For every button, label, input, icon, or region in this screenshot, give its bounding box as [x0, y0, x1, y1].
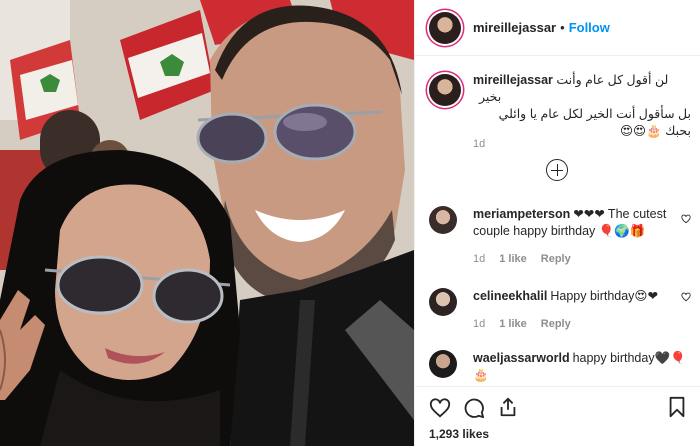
comment-avatar[interactable] [429, 288, 457, 316]
post-image [0, 0, 414, 446]
comment-meta: 1d 1 like Reply [473, 253, 571, 265]
share-icon[interactable] [497, 396, 519, 418]
comment-likes[interactable]: 1 like [499, 318, 527, 330]
likes-count[interactable]: 1,293 likes [429, 427, 489, 441]
comment-heart-icon[interactable] [681, 292, 691, 302]
comment-text: celineekhalil Happy birthday😍❤ [473, 288, 691, 305]
caption-body: mireillejassar لن أقول كل عام وأنت بخير … [473, 72, 691, 140]
comment-body: Happy birthday😍❤ [550, 289, 658, 303]
post-photo[interactable] [0, 0, 414, 446]
caption-avatar[interactable] [429, 74, 461, 106]
instagram-post: mireillejassar • Follow mireillejassar ل… [0, 0, 700, 446]
comment-icon[interactable] [463, 397, 485, 419]
header-username[interactable]: mireillejassar [473, 20, 556, 35]
heart-icon[interactable] [429, 397, 451, 419]
comment-text: meriampeterson ❤❤❤ The cutest couple happ… [473, 206, 691, 240]
comment-username[interactable]: meriampeterson [473, 207, 570, 221]
comment-time: 1d [473, 318, 486, 330]
post-sidebar: mireillejassar • Follow mireillejassar ل… [414, 0, 700, 446]
comment-meta: 1d 1 like Reply [473, 318, 571, 330]
comment-username[interactable]: celineekhalil [473, 289, 547, 303]
comment-time: 1d [473, 253, 486, 265]
caption-time: 1d [473, 138, 486, 150]
add-comment-icon[interactable] [546, 159, 568, 181]
caption-line-3: بحبك 🎂😍😍 [620, 124, 691, 138]
comment-avatar[interactable] [429, 350, 457, 378]
bookmark-icon[interactable] [667, 396, 687, 418]
action-bar: 1,293 likes [415, 386, 700, 446]
follow-button[interactable]: Follow [569, 20, 610, 35]
comment-avatar[interactable] [429, 206, 457, 234]
avatar[interactable] [429, 11, 461, 44]
comment-heart-icon[interactable] [681, 214, 691, 224]
caption-username[interactable]: mireillejassar [473, 73, 553, 87]
post-header: mireillejassar • Follow [415, 0, 700, 56]
reply-button[interactable]: Reply [541, 253, 571, 265]
header-separator: • [560, 20, 565, 35]
comment-likes[interactable]: 1 like [499, 253, 527, 265]
reply-button[interactable]: Reply [541, 318, 571, 330]
comment-username[interactable]: waeljassarworld [473, 351, 570, 365]
caption-line-2: بل سأقول أنت الخير لكل عام يا وائلي [498, 107, 691, 121]
comment-text: waeljassarworld happy birthday🖤🎈🎂 [473, 350, 691, 384]
